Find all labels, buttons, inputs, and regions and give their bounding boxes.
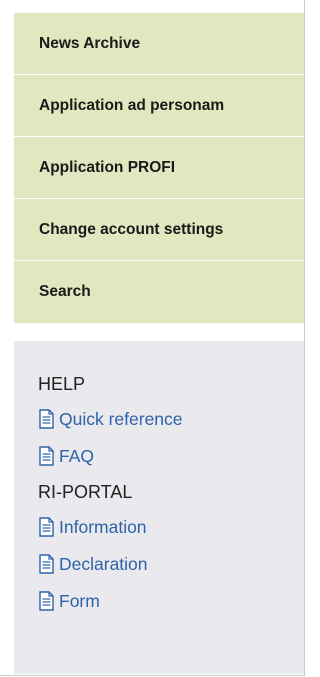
document-icon	[39, 409, 54, 429]
nav-item-application-ad-personam[interactable]: Application ad personam	[14, 75, 304, 137]
declaration-label: Declaration	[59, 553, 148, 574]
faq-link[interactable]: FAQ	[38, 443, 304, 469]
help-panel: HELP Quick reference FAQ RI-PORTAL Infor…	[14, 341, 304, 674]
document-icon	[39, 446, 54, 466]
help-section-title: HELP	[38, 374, 86, 394]
nav-item-application-profi[interactable]: Application PROFI	[14, 137, 304, 199]
document-icon	[39, 554, 54, 574]
form-label: Form	[59, 590, 100, 611]
document-icon	[39, 591, 54, 611]
ri-portal-section-title: RI-PORTAL	[38, 482, 133, 502]
nav-item-news-archive[interactable]: News Archive	[14, 13, 304, 75]
nav-item-change-account-settings[interactable]: Change account settings	[14, 199, 304, 261]
quick-reference-label: Quick reference	[59, 408, 183, 429]
document-icon	[39, 517, 54, 537]
form-link[interactable]: Form	[38, 588, 304, 614]
sidebar-nav: News Archive Application ad personam App…	[14, 13, 304, 323]
nav-item-search[interactable]: Search	[14, 261, 304, 323]
quick-reference-link[interactable]: Quick reference	[38, 406, 304, 432]
faq-label: FAQ	[59, 445, 95, 466]
declaration-link[interactable]: Declaration	[38, 551, 304, 577]
information-label: Information	[59, 516, 147, 537]
information-link[interactable]: Information	[38, 514, 304, 540]
